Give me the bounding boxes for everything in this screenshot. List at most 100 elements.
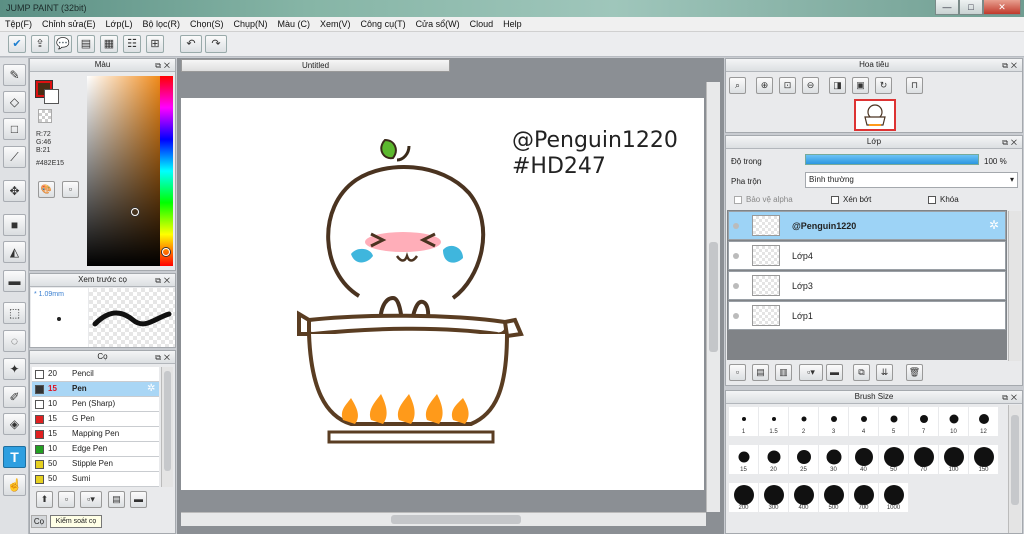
- layer-row[interactable]: Lớp1: [728, 301, 1006, 330]
- brush-add-icon[interactable]: ⬆: [36, 491, 53, 508]
- marquee-select-icon[interactable]: ⬚: [3, 302, 26, 324]
- transparent-color-swatch[interactable]: [38, 109, 52, 123]
- new-brush-icon[interactable]: ▫: [58, 491, 75, 508]
- new-layer-icon[interactable]: ▫: [729, 364, 746, 381]
- flip-icon[interactable]: ◨: [829, 77, 846, 94]
- line-tool-icon[interactable]: ⟋: [3, 146, 26, 168]
- select-eraser-icon[interactable]: ◈: [3, 413, 26, 435]
- zoom-fit-icon[interactable]: ⌕: [729, 77, 746, 94]
- brush-size-option[interactable]: 15: [729, 445, 758, 474]
- close-button[interactable]: ✕: [983, 0, 1021, 15]
- gear-icon[interactable]: ✲: [147, 382, 155, 396]
- brush-size-option[interactable]: 25: [789, 445, 818, 474]
- minimize-button[interactable]: —: [935, 0, 959, 15]
- brush-size-option[interactable]: 300: [759, 483, 788, 512]
- brush-size-option[interactable]: 700: [849, 483, 878, 512]
- navigator-thumbnail[interactable]: [854, 99, 896, 131]
- brush-size-option[interactable]: 2: [789, 407, 818, 436]
- brush-size-option[interactable]: 200: [729, 483, 758, 512]
- brush-size-option[interactable]: 30: [819, 445, 848, 474]
- menu-capture[interactable]: Chụp(N): [229, 17, 273, 31]
- speech-bubble-icon[interactable]: 💬: [54, 35, 72, 53]
- brush-size-option[interactable]: 100: [939, 445, 968, 474]
- brush-menu-icon[interactable]: ▫▾: [80, 491, 102, 508]
- brush-size-option[interactable]: 20: [759, 445, 788, 474]
- zoom-out-icon[interactable]: ⊖: [802, 77, 819, 94]
- lasso-select-icon[interactable]: ◌: [3, 330, 26, 352]
- fill-rect-icon[interactable]: ■: [3, 214, 26, 236]
- gradient-tool-icon[interactable]: ▬: [3, 270, 26, 292]
- bucket-tool-icon[interactable]: ◭: [3, 241, 26, 263]
- brush-size-option[interactable]: 5: [879, 407, 908, 436]
- palette-icon[interactable]: 🎨: [38, 181, 55, 198]
- brush-item[interactable]: 50 Stipple Pen: [32, 457, 159, 472]
- hue-slider[interactable]: [160, 76, 173, 266]
- layer-row[interactable]: Lớp4: [728, 241, 1006, 270]
- panel-buttons[interactable]: ⧉✕: [155, 275, 173, 287]
- brush-size-option[interactable]: 50: [879, 445, 908, 474]
- maximize-button[interactable]: □: [959, 0, 983, 15]
- menu-filter[interactable]: Bộ lọc(R): [137, 17, 185, 31]
- redo-icon[interactable]: ↷: [205, 35, 227, 53]
- sv-cursor[interactable]: [131, 208, 139, 216]
- brush-size-option[interactable]: 1000: [879, 483, 908, 512]
- drawing-canvas[interactable]: @Penguin1220 #HD247: [181, 98, 704, 490]
- brush-list-scrollbar[interactable]: [161, 367, 173, 487]
- visibility-icon[interactable]: [733, 223, 739, 229]
- visibility-icon[interactable]: [733, 313, 739, 319]
- select-pen-icon[interactable]: ✐: [3, 386, 26, 408]
- gear-icon[interactable]: ✲: [989, 218, 999, 232]
- magic-wand-icon[interactable]: ✦: [3, 358, 26, 380]
- brush-tool-icon[interactable]: ✎: [3, 64, 26, 86]
- new-vector-layer-icon[interactable]: ▥: [775, 364, 792, 381]
- blend-mode-select[interactable]: Bình thường ▾: [805, 172, 1018, 188]
- layer-row-selected[interactable]: @Penguin1220 ✲: [728, 211, 1006, 240]
- brush-size-option[interactable]: 12: [969, 407, 998, 436]
- menu-tools[interactable]: Công cụ(T): [356, 17, 411, 31]
- document-icon[interactable]: ▦: [100, 35, 118, 53]
- hand-tool-icon[interactable]: ☝: [3, 474, 26, 496]
- brush-folder-icon[interactable]: ▬: [130, 491, 147, 508]
- layers-icon[interactable]: ☷: [123, 35, 141, 53]
- brush-item[interactable]: 50 Sumi: [32, 472, 159, 487]
- brush-size-option[interactable]: 150: [969, 445, 998, 474]
- brush-tab[interactable]: Cọ: [31, 515, 47, 528]
- zoom-in-icon[interactable]: ⊕: [756, 77, 773, 94]
- new-raster-layer-icon[interactable]: ▤: [752, 364, 769, 381]
- brush-size-option[interactable]: 4: [849, 407, 878, 436]
- brush-size-option[interactable]: 10: [939, 407, 968, 436]
- canvas-horizontal-scrollbar[interactable]: [181, 512, 706, 526]
- saturation-value-picker[interactable]: [87, 76, 160, 266]
- brush-size-option[interactable]: 500: [819, 483, 848, 512]
- panel-buttons[interactable]: ⧉✕: [1002, 392, 1020, 404]
- opacity-slider[interactable]: [805, 154, 979, 165]
- brush-item[interactable]: 15 Mapping Pen: [32, 427, 159, 442]
- text-tool-icon[interactable]: T: [3, 446, 26, 468]
- brush-item[interactable]: 10 Pen (Sharp): [32, 397, 159, 412]
- brush-size-option[interactable]: 1: [729, 407, 758, 436]
- panel-icon[interactable]: ▤: [77, 35, 95, 53]
- menu-cloud[interactable]: Cloud: [465, 17, 499, 31]
- merge-layer-icon[interactable]: ⇊: [876, 364, 893, 381]
- menu-window[interactable]: Cửa sổ(W): [411, 17, 465, 31]
- brush-size-option[interactable]: 40: [849, 445, 878, 474]
- brush-copy-icon[interactable]: ▤: [108, 491, 125, 508]
- export-icon[interactable]: ⇪: [31, 35, 49, 53]
- brush-item-selected[interactable]: 15 Pen ✲: [32, 382, 159, 397]
- brush-item[interactable]: 20 Pencil: [32, 367, 159, 382]
- menu-view[interactable]: Xem(V): [315, 17, 356, 31]
- menu-file[interactable]: Tệp(F): [0, 17, 37, 31]
- brush-size-option[interactable]: 7: [909, 407, 938, 436]
- panel-buttons[interactable]: ⧉✕: [155, 352, 173, 364]
- rectangle-select-icon[interactable]: □: [3, 118, 26, 140]
- panel-buttons[interactable]: ⧉✕: [1002, 60, 1020, 72]
- move-tool-icon[interactable]: ✥: [3, 180, 26, 202]
- visibility-icon[interactable]: [733, 283, 739, 289]
- menu-edit[interactable]: Chỉnh sửa(E): [37, 17, 101, 31]
- menu-layer[interactable]: Lớp(L): [101, 17, 138, 31]
- panel-buttons[interactable]: ⧉✕: [155, 60, 173, 72]
- panel-buttons[interactable]: ⧉✕: [1002, 137, 1020, 149]
- rotate-icon[interactable]: ↻: [875, 77, 892, 94]
- protect-alpha-checkbox[interactable]: [734, 196, 742, 204]
- menu-color[interactable]: Màu (C): [273, 17, 316, 31]
